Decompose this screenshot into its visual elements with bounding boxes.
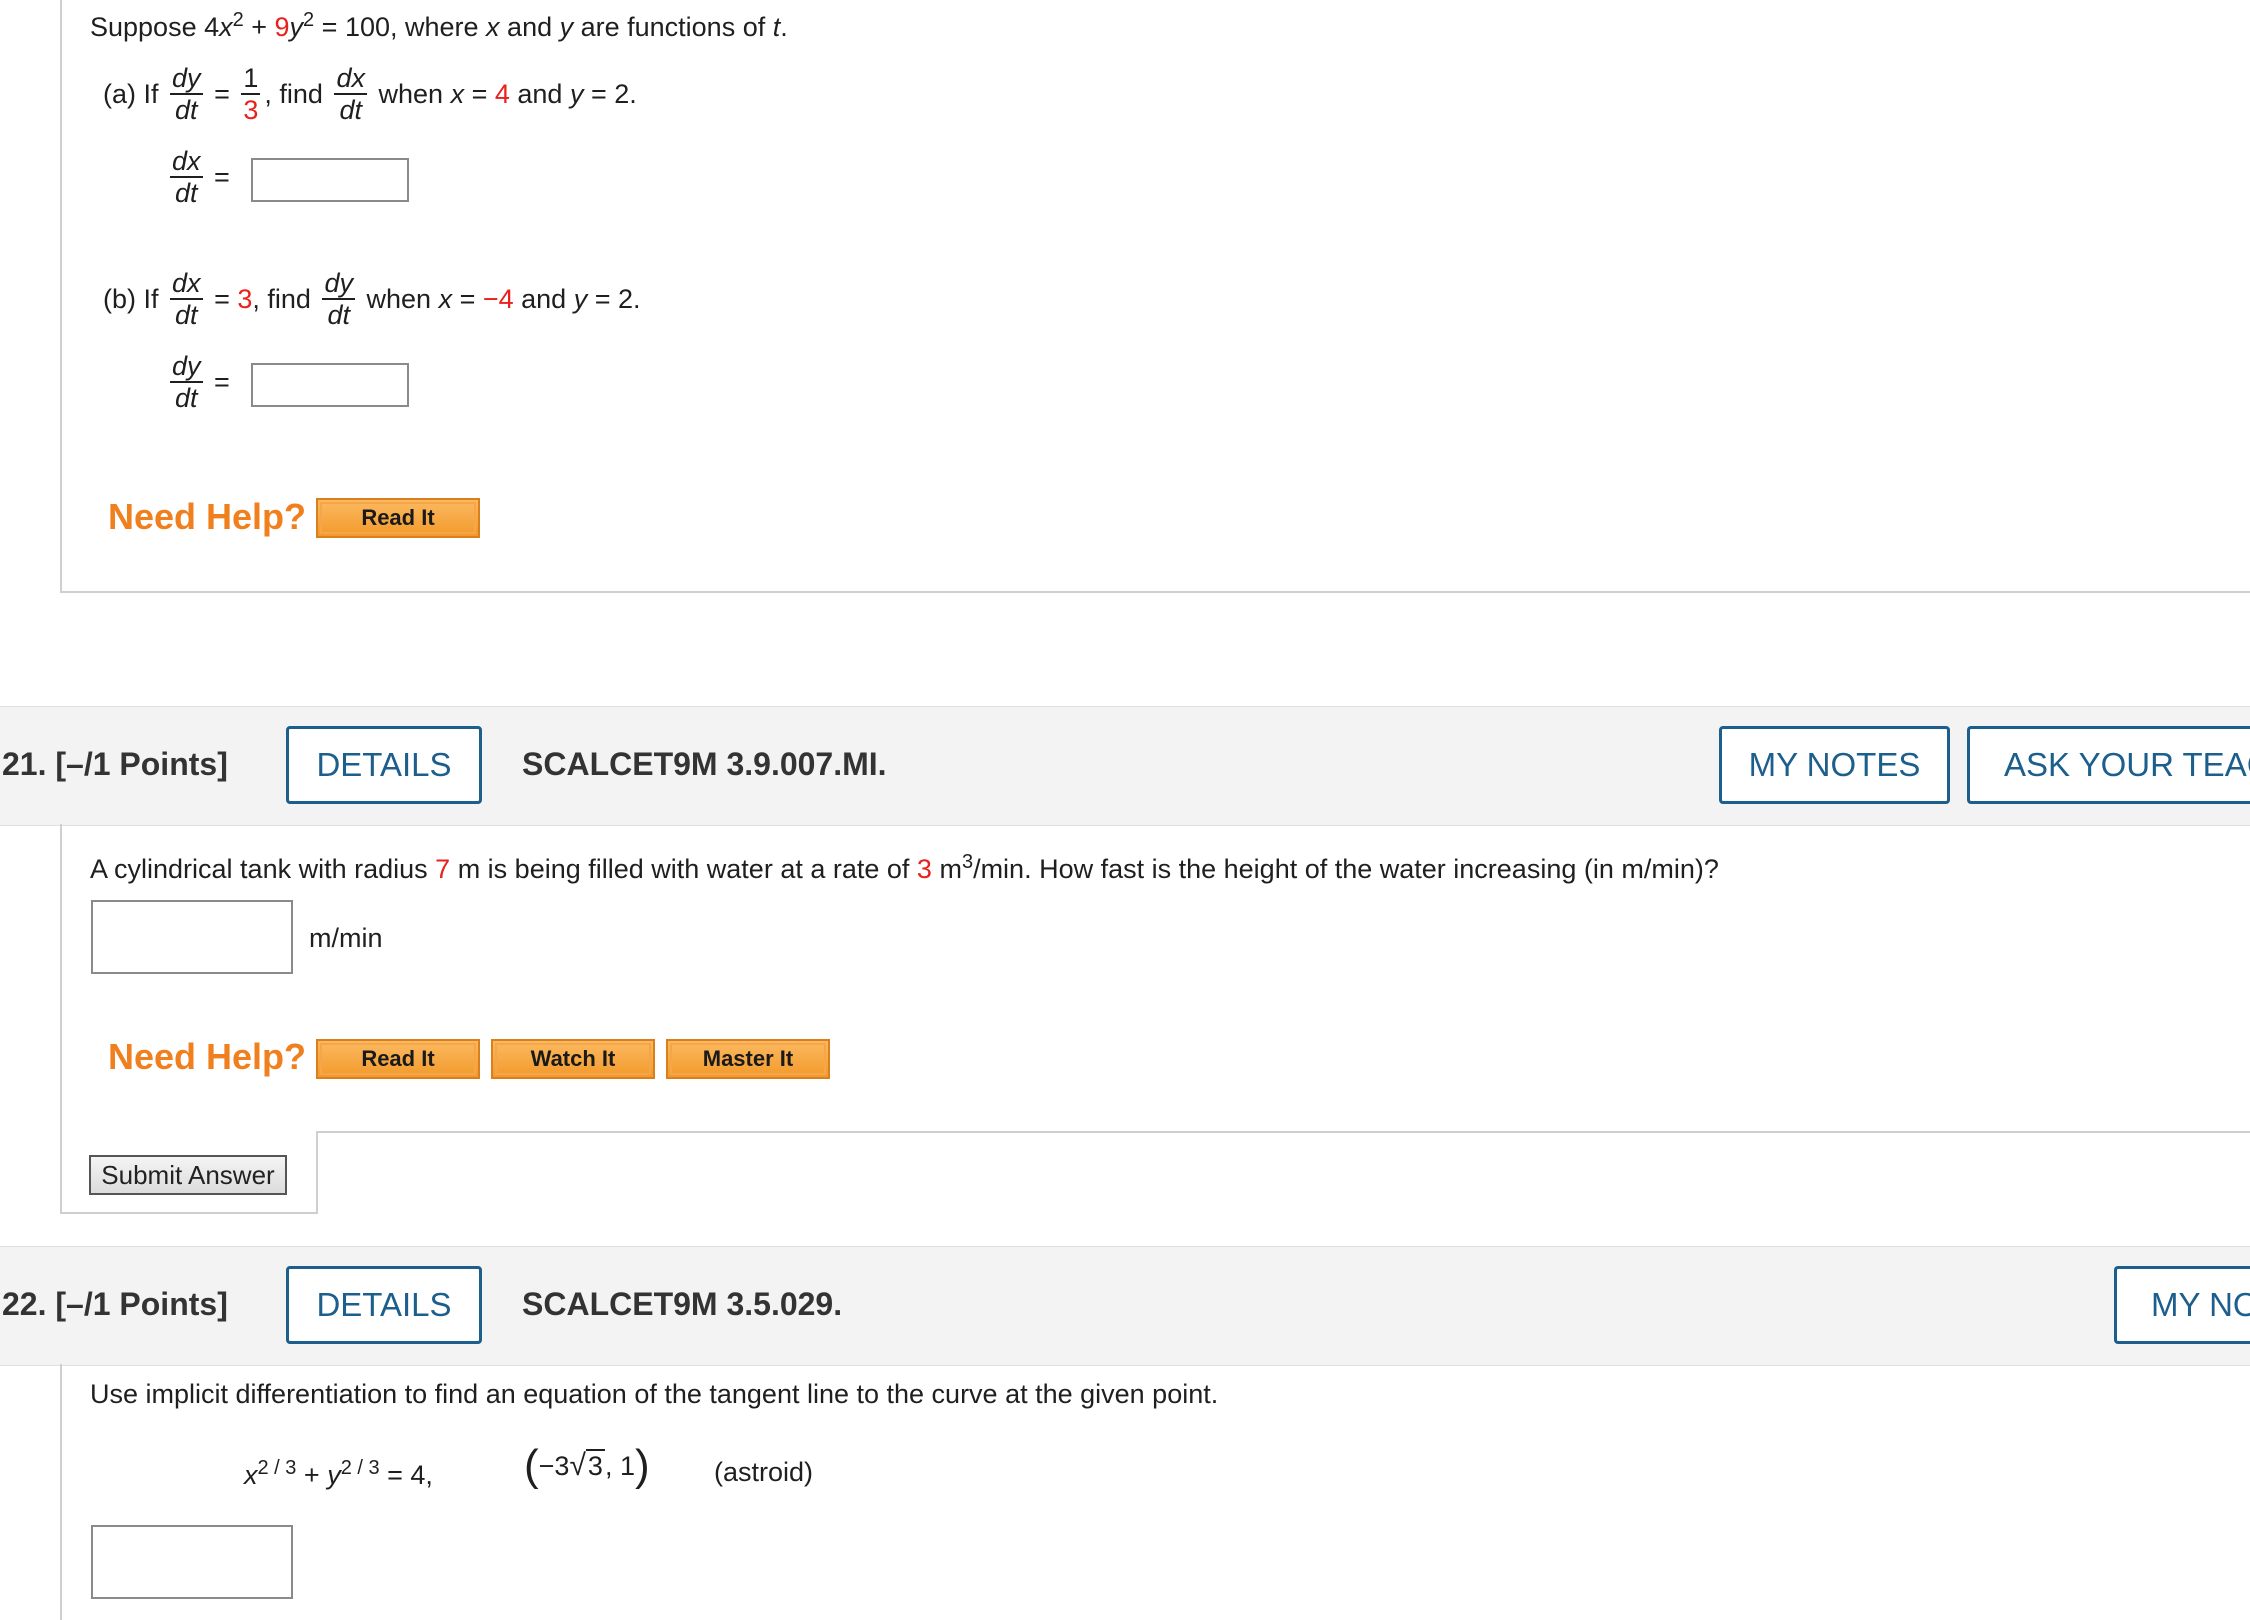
q20-intro: Suppose 4x2 + 9y2 = 100, where x and y a…	[90, 9, 788, 42]
q20-bottom-border	[60, 591, 2250, 593]
q21-unit-label: m/min	[309, 923, 383, 953]
q21-watch-it-button[interactable]: Watch It	[491, 1039, 655, 1079]
q22-answer-input[interactable]	[91, 1525, 293, 1599]
q20-part-b-answer-label: dy dt =	[170, 351, 230, 413]
q21-details-button[interactable]: DETAILS	[286, 726, 482, 804]
q21-my-notes-button[interactable]: MY NOTES	[1719, 726, 1950, 804]
one-third-fraction: 13	[241, 63, 261, 125]
q20-part-b-answer-input[interactable]	[251, 363, 409, 407]
q21-read-it-button[interactable]: Read It	[316, 1039, 480, 1079]
sqrt-symbol: √	[569, 1448, 586, 1482]
q21-master-it-button[interactable]: Master It	[666, 1039, 830, 1079]
q21-ask-teacher-button[interactable]: ASK YOUR TEACHER	[1967, 726, 2250, 804]
q21-answer-input[interactable]	[91, 900, 293, 974]
q21-bottom-border	[60, 1212, 318, 1214]
q22-code: SCALCET9M 3.5.029.	[522, 1286, 843, 1322]
q21-footer-divider-vertical	[316, 1131, 318, 1214]
q21-left-border	[60, 824, 62, 1214]
q20-read-it-button[interactable]: Read It	[316, 498, 480, 538]
q20-part-a-answer-input[interactable]	[251, 158, 409, 202]
q21-need-help: Need Help?	[108, 1036, 307, 1077]
q21-question-text: A cylindrical tank with radius 7 m is be…	[90, 851, 1719, 884]
q21-footer-divider	[316, 1131, 2250, 1133]
q22-number: 22. [–/1 Points]	[2, 1286, 228, 1322]
q20-part-b-prompt: (b) If dx dt = 3, find dy dt when x = −4 a…	[103, 268, 641, 330]
q20-part-a-answer-label: dx dt =	[170, 146, 230, 208]
q22-left-border	[60, 1364, 62, 1620]
q22-question-text: Use implicit differentiation to find an …	[90, 1379, 1219, 1409]
q21-number: 21. [–/1 Points]	[2, 746, 228, 782]
q22-my-notes-button[interactable]: MY NOTES	[2114, 1266, 2250, 1344]
q20-need-help: Need Help?	[108, 496, 307, 537]
q20-part-a-prompt: (a) If dy dt = 13, find dx dt when x = 4 a…	[103, 63, 637, 125]
q21-code: SCALCET9M 3.9.007.MI.	[522, 746, 887, 782]
q20-left-border	[60, 0, 62, 593]
q22-details-button[interactable]: DETAILS	[286, 1266, 482, 1344]
q22-equation: x2 / 3 + y2 / 3 = 4,	[244, 1457, 433, 1490]
dy-dt-fraction: dy dt	[170, 63, 203, 125]
q22-astroid-note: (astroid)	[714, 1457, 814, 1487]
q22-given-point: (−3√3, 1)	[524, 1440, 650, 1490]
q21-submit-answer-button[interactable]: Submit Answer	[89, 1155, 287, 1195]
dx-dt-fraction: dx dt	[334, 63, 367, 125]
